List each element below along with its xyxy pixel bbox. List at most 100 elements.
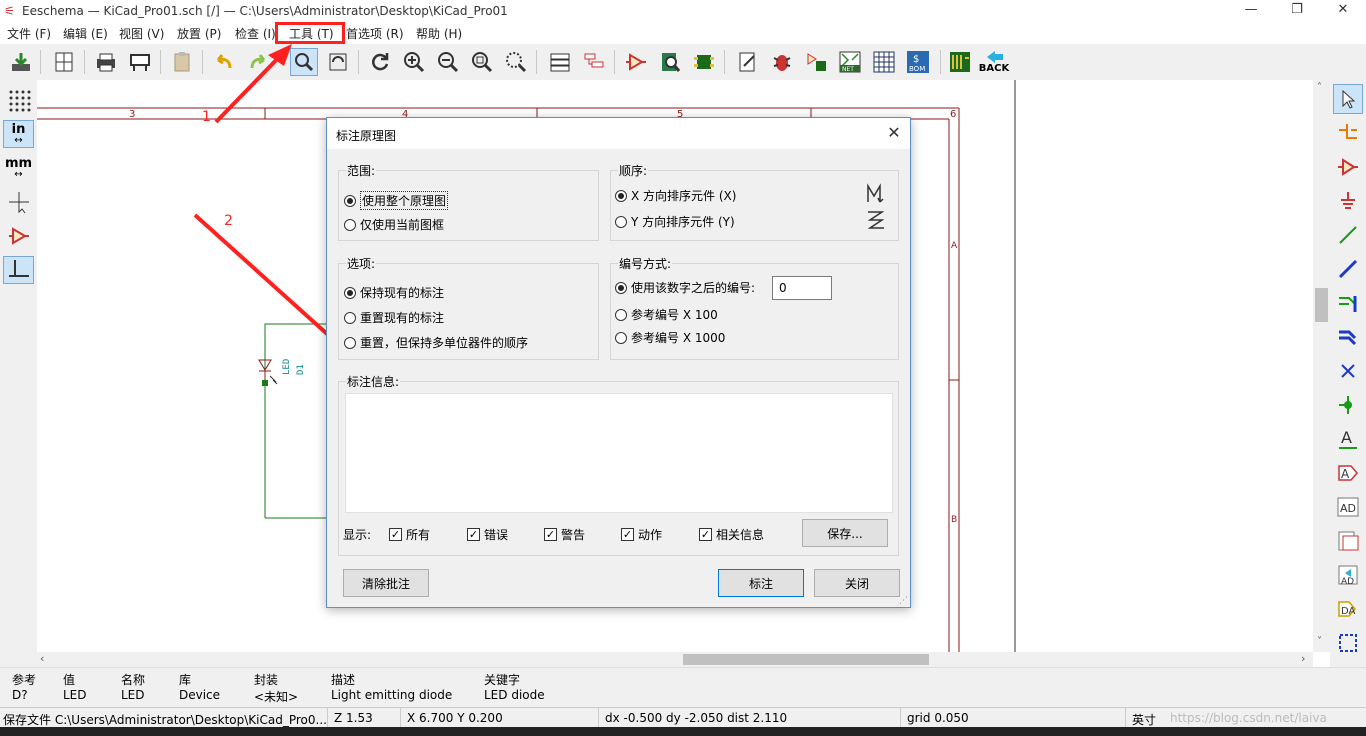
scope-whole-radio[interactable]: 使用整个原理图 — [344, 191, 449, 210]
scope-current-label: 仅使用当前图框 — [360, 218, 445, 232]
menu-edit[interactable]: 编辑 (E) — [63, 25, 108, 42]
add-graphic-lines-icon[interactable] — [1333, 628, 1363, 658]
menu-help[interactable]: 帮助 (H) — [416, 25, 462, 42]
add-power-icon[interactable] — [1333, 186, 1363, 216]
numbering-after-radio[interactable]: 使用该数字之后的编号: — [615, 279, 755, 296]
hidden-pins-icon[interactable] — [3, 222, 34, 250]
horizontal-scrollbar[interactable]: ‹ › — [37, 652, 1313, 667]
add-sheet-pin-icon[interactable]: DA — [1333, 594, 1363, 624]
scroll-down-icon[interactable]: ˅ — [1317, 636, 1322, 647]
bom-icon[interactable]: BOM $ — [904, 48, 932, 76]
highlight-net-icon[interactable] — [1333, 118, 1363, 148]
symbol-browser-icon[interactable] — [656, 48, 684, 76]
vertical-scroll-thumb[interactable] — [1315, 288, 1328, 322]
add-bus-icon[interactable] — [1333, 254, 1363, 284]
units-inches-label: in — [11, 121, 26, 137]
redraw-icon[interactable] — [366, 48, 394, 76]
undo-icon[interactable] — [210, 48, 238, 76]
resize-grip-icon[interactable]: ⋰ — [899, 596, 908, 606]
cursor-shape-icon[interactable] — [3, 188, 34, 216]
menu-view[interactable]: 视图 (V) — [119, 25, 164, 42]
clear-annotation-button[interactable]: 清除批注 — [343, 569, 429, 597]
netlist-icon[interactable]: NET — [836, 48, 864, 76]
spreadsheet-icon[interactable] — [870, 48, 898, 76]
show-all-checkbox[interactable]: ✓ 所有 — [389, 526, 430, 543]
footprint-editor-icon[interactable] — [690, 48, 718, 76]
page-settings-icon[interactable] — [50, 48, 78, 76]
paste-icon[interactable] — [168, 48, 196, 76]
svg-text:AD: AD — [1341, 577, 1354, 586]
erc-bug-icon[interactable] — [768, 48, 796, 76]
info-value: Light emitting diode — [331, 688, 453, 702]
add-label-icon[interactable]: A — [1333, 424, 1363, 454]
print-icon[interactable] — [92, 48, 120, 76]
dialog-close-icon[interactable]: ✕ — [884, 123, 904, 143]
close-dialog-button[interactable]: 关闭 — [814, 569, 900, 597]
annotate-button[interactable]: 标注 — [718, 569, 804, 597]
keep-existing-radio[interactable]: 保持现有的标注 — [344, 284, 444, 301]
numbering-x100-radio[interactable]: 参考编号 X 100 — [615, 306, 718, 323]
wire-angle-icon[interactable] — [3, 256, 34, 284]
back-icon[interactable]: BACK — [979, 48, 1009, 76]
add-symbol-icon[interactable] — [1333, 152, 1363, 182]
add-junction-icon[interactable] — [1333, 390, 1363, 420]
plot-icon[interactable] — [126, 48, 154, 76]
horizontal-scroll-thumb[interactable] — [683, 654, 929, 665]
find-icon[interactable] — [290, 48, 318, 76]
redo-icon[interactable] — [244, 48, 272, 76]
messages-panel[interactable] — [345, 393, 893, 513]
import-sheet-pin-icon[interactable]: AD — [1333, 560, 1363, 590]
pcbnew-icon[interactable] — [946, 48, 974, 76]
leave-sheet-icon[interactable] — [580, 48, 608, 76]
grid-toggle-icon[interactable] — [3, 86, 34, 114]
select-arrow-icon[interactable] — [1333, 84, 1363, 114]
hierarchy-navigator-icon[interactable] — [546, 48, 574, 76]
svg-text:A: A — [1341, 467, 1350, 481]
add-hier-label-icon[interactable]: AD — [1333, 492, 1363, 522]
order-x-label: X 方向排序元件 (X) — [631, 189, 737, 203]
menu-preferences[interactable]: 首选项 (R) — [346, 25, 404, 42]
annotate-icon[interactable] — [734, 48, 762, 76]
scroll-right-icon[interactable]: › — [1301, 652, 1305, 665]
show-warnings-checkbox[interactable]: ✓ 警告 — [544, 526, 585, 543]
minimize-button[interactable]: — — [1228, 2, 1274, 20]
close-window-button[interactable]: ✕ — [1320, 2, 1366, 20]
units-mm-button[interactable]: mm ↔ — [3, 154, 34, 182]
symbol-editor-icon[interactable] — [622, 48, 650, 76]
restore-button[interactable]: ❐ — [1274, 2, 1320, 20]
zoom-fit-icon[interactable] — [468, 48, 496, 76]
menu-file[interactable]: 文件 (F) — [7, 25, 51, 42]
numbering-label: 编号方式: — [618, 255, 673, 272]
wire-to-bus-entry-icon[interactable] — [1333, 288, 1363, 318]
order-y-radio[interactable]: Y 方向排序元件 (Y) — [615, 213, 735, 230]
add-sheet-icon[interactable] — [1333, 526, 1363, 556]
title-bar: ⚟ Eeschema — KiCad_Pro01.sch [/] — C:\Us… — [0, 0, 1366, 22]
show-info-checkbox[interactable]: ✓ 相关信息 — [699, 526, 764, 543]
show-errors-checkbox[interactable]: ✓ 错误 — [467, 526, 508, 543]
scroll-up-icon[interactable]: ˄ — [1317, 82, 1322, 93]
show-actions-checkbox[interactable]: ✓ 动作 — [621, 526, 662, 543]
start-number-input[interactable]: 0 — [772, 276, 832, 300]
bus-to-bus-entry-icon[interactable] — [1333, 322, 1363, 352]
order-x-radio[interactable]: X 方向排序元件 (X) — [615, 187, 736, 204]
led-symbol[interactable] — [258, 359, 278, 386]
units-inches-button[interactable]: in ↔ — [3, 120, 34, 148]
zoom-selection-icon[interactable] — [502, 48, 530, 76]
add-global-label-icon[interactable]: A — [1333, 458, 1363, 488]
save-report-button[interactable]: 保存... — [802, 519, 888, 547]
zoom-out-icon[interactable] — [434, 48, 462, 76]
save-icon[interactable] — [7, 48, 35, 76]
add-wire-icon[interactable] — [1333, 220, 1363, 250]
zoom-in-icon[interactable] — [400, 48, 428, 76]
no-connect-icon[interactable] — [1333, 356, 1363, 386]
vertical-scrollbar[interactable]: ˄ ˅ — [1313, 80, 1330, 652]
numbering-x1000-radio[interactable]: 参考编号 X 1000 — [615, 329, 725, 346]
scope-current-radio[interactable]: 仅使用当前图框 — [344, 216, 444, 233]
reset-keep-order-radio[interactable]: 重置，但保持多单位器件的顺序 — [344, 334, 528, 351]
reset-existing-radio[interactable]: 重置现有的标注 — [344, 309, 444, 326]
scroll-left-icon[interactable]: ‹ — [40, 652, 44, 665]
menu-inspect[interactable]: 检查 (I) — [235, 25, 276, 42]
find-replace-icon[interactable] — [324, 48, 352, 76]
assign-footprints-icon[interactable] — [802, 48, 830, 76]
menu-place[interactable]: 放置 (P) — [177, 25, 221, 42]
